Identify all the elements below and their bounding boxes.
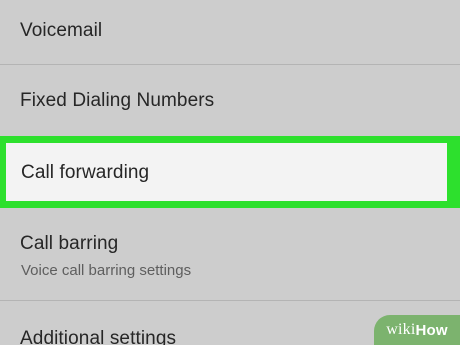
call-barring-setting-item[interactable]: Call barring Voice call barring settings — [0, 208, 460, 300]
wikihow-watermark-logo: wiki How — [374, 315, 460, 345]
fixed-dialing-numbers-label: Fixed Dialing Numbers — [20, 90, 215, 111]
watermark-how-text: How — [415, 321, 448, 339]
call-barring-description: Voice call barring settings — [21, 262, 192, 279]
watermark-wiki-text: wiki — [386, 321, 416, 338]
call-forwarding-label: Call forwarding — [21, 162, 150, 183]
fixed-dialing-numbers-setting-item[interactable]: Fixed Dialing Numbers — [0, 65, 460, 135]
call-forwarding-setting-item[interactable]: Call forwarding — [6, 143, 447, 201]
voicemail-label: Voicemail — [20, 20, 103, 41]
call-barring-label: Call barring — [20, 233, 119, 254]
voicemail-setting-item[interactable]: Voicemail — [0, 0, 460, 64]
call-settings-list: Voicemail Fixed Dialing Numbers Call for… — [0, 0, 460, 345]
additional-settings-label: Additional settings — [20, 328, 177, 345]
